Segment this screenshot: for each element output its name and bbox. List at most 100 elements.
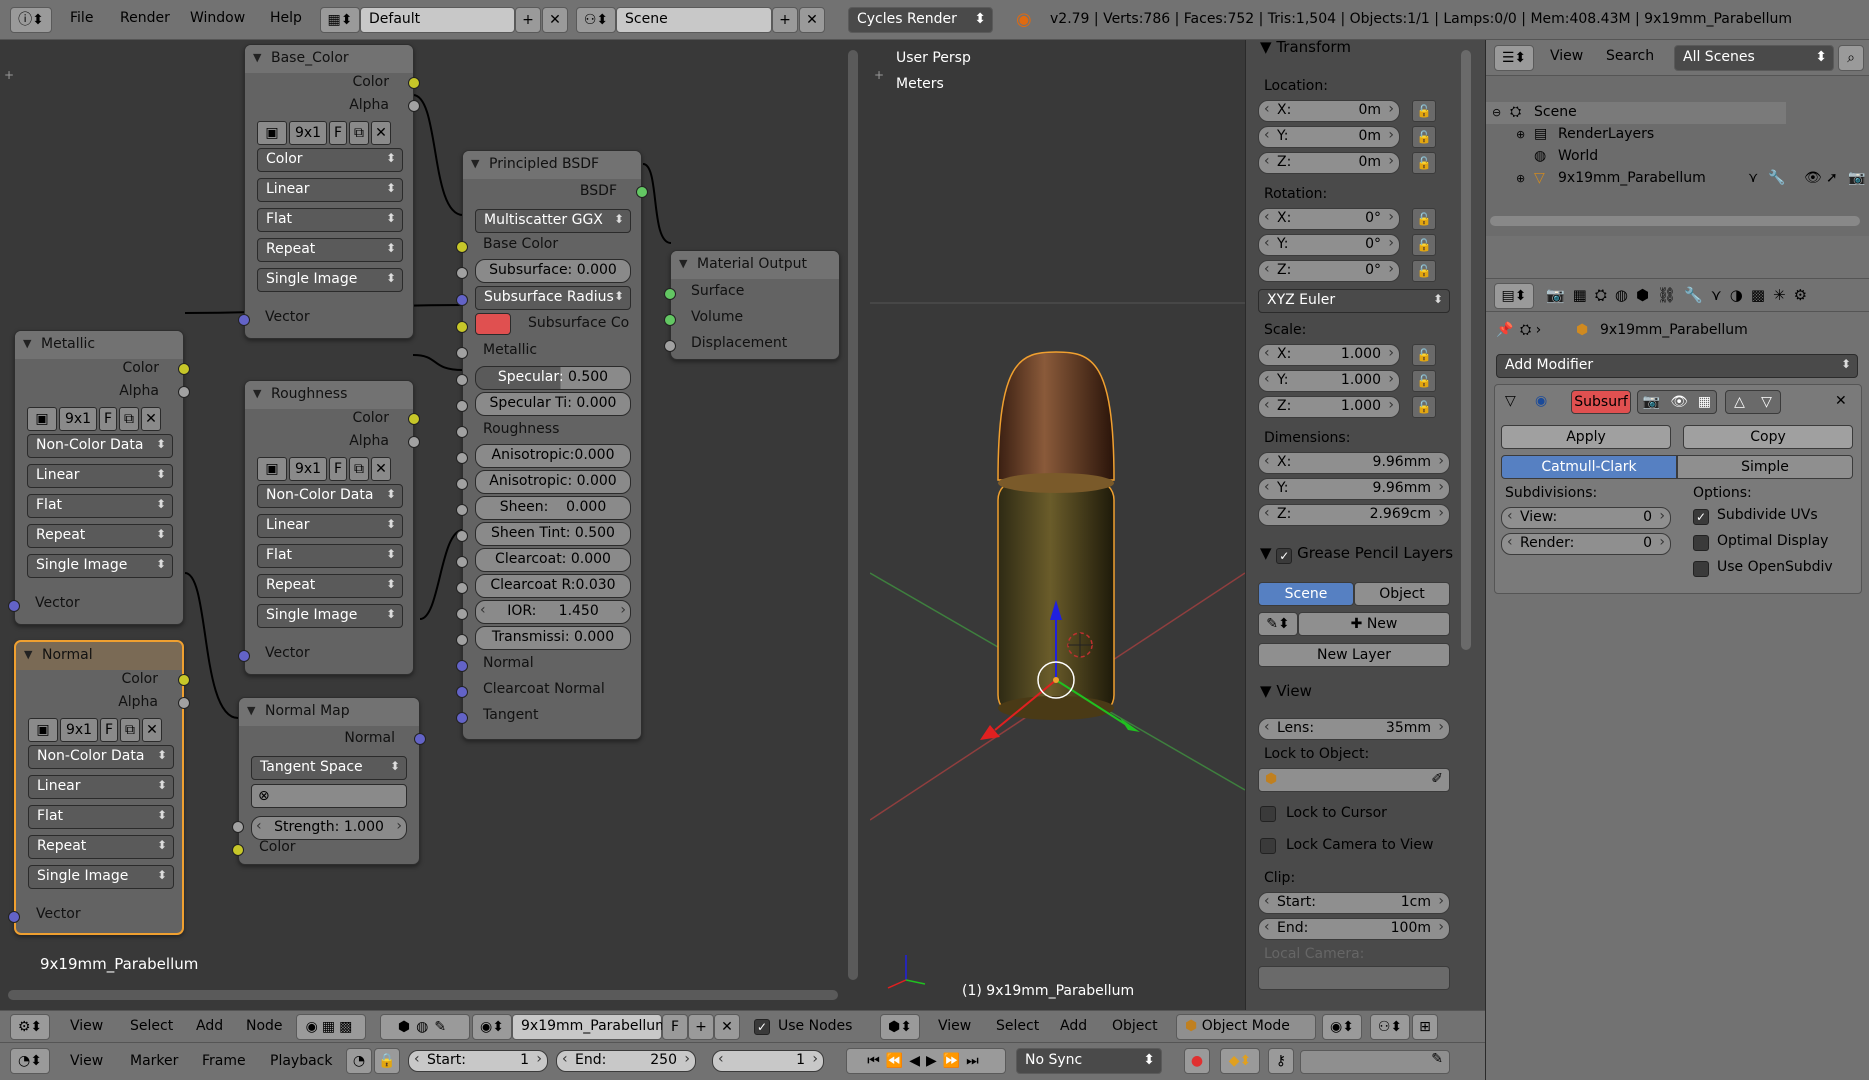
node-menu-node[interactable]: Node	[246, 1018, 283, 1034]
input-anisotropic-socket[interactable]	[456, 452, 468, 464]
input-tangent-socket[interactable]	[456, 712, 468, 724]
projection-dropdown[interactable]: Flat	[28, 805, 174, 829]
lock-object-field[interactable]: ⬢ ✐	[1258, 768, 1450, 792]
viewport-menu-add[interactable]: Add	[1060, 1018, 1087, 1034]
expand-toggle-icon[interactable]: ⊕	[1516, 128, 1525, 141]
add-scene-icon[interactable]: +	[772, 7, 798, 33]
location-y-field[interactable]: Y: 0m	[1258, 126, 1400, 148]
view-panel-header[interactable]: ▼ View	[1260, 682, 1312, 700]
fake-user-button[interactable]: F	[100, 718, 118, 742]
screen-layout-icon[interactable]: ▦⬍	[320, 7, 360, 33]
lock-to-cursor-checkbox[interactable]	[1260, 806, 1276, 822]
gp-pencil-icon[interactable]: ✎⬍	[1258, 612, 1298, 636]
color-space-dropdown[interactable]: Non-Color Data	[27, 434, 173, 458]
material-name-field[interactable]: 9x19mm_Parabellum	[512, 1014, 669, 1040]
clip-start-field[interactable]: Start: 1cm	[1258, 892, 1450, 914]
unlink-image-icon[interactable]: ✕	[142, 718, 162, 742]
open-image-icon[interactable]: ⧉	[349, 121, 369, 145]
scene-icon[interactable]: ⚇⬍	[576, 7, 616, 33]
output-bsdf-socket[interactable]	[636, 186, 648, 198]
extension-dropdown[interactable]: Repeat	[27, 524, 173, 548]
outliner-item-scene[interactable]: Scene	[1534, 104, 1577, 120]
outliner-item-object[interactable]: 9x19mm_Parabellum	[1558, 170, 1706, 186]
source-dropdown[interactable]: Single Image	[257, 604, 403, 628]
image-texture-node-metallic[interactable]: Metallic Color Alpha ▣9x1F⧉✕ Non-Color D…	[8, 330, 190, 625]
clearcoat-roughness-field[interactable]: Clearcoat R:0.030	[475, 574, 631, 598]
input-aniso-rotation-socket[interactable]	[456, 478, 468, 490]
outliner-item-world[interactable]: World	[1558, 148, 1598, 164]
pivot-point-icon[interactable]: ⚇⬍	[1370, 1014, 1410, 1040]
outliner-scrollbar[interactable]	[1490, 216, 1860, 226]
output-color-socket[interactable]	[178, 674, 190, 686]
image-texture-node-base-color[interactable]: Base_Color Color Alpha ▣9x1F⧉✕ Color Lin…	[238, 44, 420, 339]
output-alpha-socket[interactable]	[178, 386, 190, 398]
anisotropic-rotation-field[interactable]: Anisotropic: 0.000	[475, 470, 631, 494]
key-icon[interactable]: ⚷	[1268, 1048, 1294, 1074]
menu-render[interactable]: Render	[120, 10, 170, 26]
extension-dropdown[interactable]: Repeat	[257, 574, 403, 598]
subsurface-color-swatch[interactable]	[475, 313, 511, 335]
input-vector-socket[interactable]	[238, 314, 250, 326]
specular-tint-field[interactable]: Specular Ti: 0.000	[475, 392, 631, 416]
input-ss-radius-socket[interactable]	[456, 294, 468, 306]
info-editor-type-icon[interactable]: ⓘ⬍	[10, 7, 52, 33]
collapse-modifier-icon[interactable]: ▽	[1505, 393, 1516, 409]
lock-rotation-y-icon[interactable]: 🔓	[1412, 234, 1436, 256]
location-x-field[interactable]: X: 0m	[1258, 100, 1400, 122]
input-specular-socket[interactable]	[456, 374, 468, 386]
interpolation-dropdown[interactable]: Linear	[27, 464, 173, 488]
open-image-icon[interactable]: ⧉	[120, 718, 140, 742]
optimal-display-checkbox[interactable]	[1693, 535, 1709, 551]
input-ior-socket[interactable]	[456, 608, 468, 620]
image-name[interactable]: 9x1	[60, 718, 98, 742]
render-engine-dropdown[interactable]: Cycles Render ⬍	[848, 7, 993, 33]
lens-field[interactable]: Lens: 35mm	[1258, 718, 1450, 740]
lock-scale-y-icon[interactable]: 🔓	[1412, 370, 1436, 392]
local-camera-field[interactable]	[1258, 966, 1450, 990]
dimensions-y-field[interactable]: Y: 9.96mm	[1258, 478, 1450, 500]
node-header[interactable]: Principled BSDF	[463, 151, 641, 179]
lock-rotation-x-icon[interactable]: 🔓	[1412, 208, 1436, 230]
gp-new-button[interactable]: ✚ New	[1298, 612, 1450, 636]
add-modifier-dropdown[interactable]: Add Modifier	[1496, 354, 1858, 378]
toolshelf-toggle-icon[interactable]: +	[874, 68, 884, 82]
ior-field[interactable]: IOR: 1.450	[475, 600, 631, 624]
scale-x-field[interactable]: X: 1.000	[1258, 344, 1400, 366]
outliner-menu-search[interactable]: Search	[1606, 48, 1654, 64]
input-roughness-socket[interactable]	[456, 426, 468, 438]
selectable-cursor-icon[interactable]: ➚	[1826, 170, 1838, 186]
horizontal-scrollbar[interactable]	[8, 990, 838, 1000]
interpolation-dropdown[interactable]: Linear	[28, 775, 174, 799]
fake-user-button[interactable]: F	[329, 121, 347, 145]
input-metallic-socket[interactable]	[456, 347, 468, 359]
interpolation-dropdown[interactable]: Linear	[257, 514, 403, 538]
modifier-display-toggles[interactable]: 📷 👁 ▦	[1637, 390, 1717, 414]
properties-editor-type-icon[interactable]: ▤⬍	[1494, 283, 1534, 309]
image-name[interactable]: 9x1	[289, 457, 327, 481]
timeline-editor-type-icon[interactable]: ◔⬍	[10, 1048, 50, 1074]
node-menu-add[interactable]: Add	[196, 1018, 223, 1034]
input-transmission-socket[interactable]	[456, 634, 468, 646]
node-editor[interactable]: Base_Color Color Alpha ▣9x1F⧉✕ Color Lin…	[0, 40, 868, 1017]
material-fake-user-button[interactable]: F	[662, 1014, 688, 1040]
image-browse-icon[interactable]: ▣	[257, 121, 287, 145]
input-normal-socket[interactable]	[456, 660, 468, 672]
projection-dropdown[interactable]: Flat	[257, 544, 403, 568]
lock-scale-z-icon[interactable]: 🔓	[1412, 396, 1436, 418]
outliner-item-renderlayers[interactable]: RenderLayers	[1558, 126, 1654, 142]
manipulator-icon[interactable]: ⊞	[1412, 1014, 1438, 1040]
interaction-mode-dropdown[interactable]: ⬢ Object Mode	[1176, 1014, 1316, 1040]
timeline-menu-view[interactable]: View	[70, 1053, 103, 1069]
image-browse-icon[interactable]: ▣	[257, 457, 287, 481]
dimensions-x-field[interactable]: X: 9.96mm	[1258, 452, 1450, 474]
fake-user-button[interactable]: F	[329, 457, 347, 481]
source-dropdown[interactable]: Single Image	[27, 554, 173, 578]
subdivide-uvs-checkbox[interactable]: ✓	[1693, 509, 1709, 525]
image-texture-node-normal[interactable]: Normal Color Alpha ▣9x1F⧉✕ Non-Color Dat…	[8, 640, 190, 935]
move-down-icon[interactable]: ▽	[1761, 391, 1772, 413]
eyedropper-icon[interactable]: ✐	[1431, 771, 1443, 787]
image-browse-icon[interactable]: ▣	[28, 718, 58, 742]
add-material-icon[interactable]: +	[688, 1014, 714, 1040]
node-header[interactable]: Base_Color	[245, 45, 413, 73]
extension-dropdown[interactable]: Repeat	[257, 238, 403, 262]
